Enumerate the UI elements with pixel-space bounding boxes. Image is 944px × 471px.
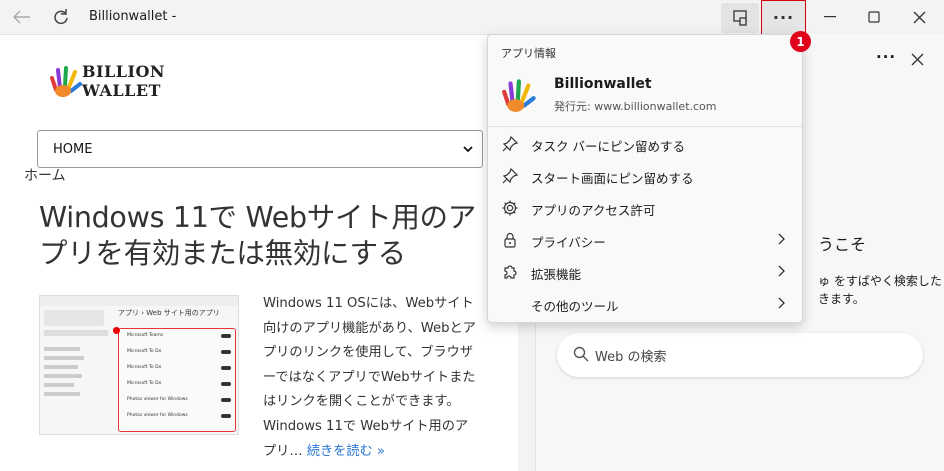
menu-item-more-tools[interactable]: その他のツール <box>488 288 802 320</box>
puzzle-icon <box>504 265 517 279</box>
more-options-button[interactable]: ··· <box>762 0 805 34</box>
menu-header: アプリ情報 <box>501 47 556 60</box>
app-icon <box>502 79 536 112</box>
maximize-icon <box>868 11 880 23</box>
close-icon <box>913 11 925 23</box>
app-info-menu: アプリ情報 Billionwallet 発行元: www.billionwall… <box>487 34 803 323</box>
menu-item-label: アプリのアクセス許可 <box>531 203 656 218</box>
app-available-button[interactable] <box>721 3 759 33</box>
close-button[interactable] <box>896 0 942 34</box>
thumb-row: Microsoft To Do <box>127 349 162 354</box>
menu-item-pin-taskbar[interactable]: タスク バーにピン留めする <box>488 128 802 160</box>
site-logo[interactable]: BILLION WALLET <box>48 60 168 100</box>
sidebar-text: ゅ をすばやく検索した きます。 <box>818 272 942 308</box>
back-icon[interactable] <box>8 0 36 34</box>
search-placeholder: Web の検索 <box>595 349 667 365</box>
select-value: HOME <box>53 141 93 157</box>
navigation-select[interactable]: HOME <box>37 130 483 168</box>
window-title: Billionwallet - <box>89 9 177 24</box>
menu-item-label: その他のツール <box>531 299 619 314</box>
thumb-row: Photos viewer for Windows <box>127 397 188 402</box>
pin-icon <box>502 135 519 152</box>
menu-divider <box>488 126 802 127</box>
search-icon <box>573 346 589 362</box>
minimize-button[interactable] <box>808 0 852 34</box>
article-thumbnail[interactable]: アプリ › Web サイト用のアプリ Microsoft Teams Micro… <box>39 295 239 435</box>
thumb-row: Microsoft To Do <box>127 381 162 386</box>
callout-badge: 1 <box>790 31 811 52</box>
ellipsis-icon: ··· <box>772 7 795 27</box>
refresh-icon[interactable] <box>48 0 74 34</box>
pin-icon <box>502 167 519 184</box>
read-more-link[interactable]: 続きを読む » <box>307 444 385 459</box>
chevron-right-icon <box>778 233 785 245</box>
thumb-row: Microsoft To Do <box>127 365 162 370</box>
web-page: BILLION WALLET HOME ホーム Windows 11で Webサ… <box>0 34 518 471</box>
sidebar-heading: うこそ <box>818 235 867 254</box>
app-available-icon <box>733 10 747 26</box>
sidebar-text-line2: きます。 <box>818 292 865 306</box>
menu-item-pin-start[interactable]: スタート画面にピン留めする <box>488 160 802 192</box>
logo-text-top: BILLION <box>82 62 166 81</box>
minimize-icon <box>824 16 836 18</box>
menu-item-label: プライバシー <box>531 235 606 250</box>
menu-item-permissions[interactable]: アプリのアクセス許可 <box>488 192 802 224</box>
menu-item-label: タスク バーにピン留めする <box>531 139 685 154</box>
chevron-right-icon <box>778 297 785 309</box>
article-title[interactable]: Windows 11で Webサイト用のアプリを有効または無効にする <box>39 200 484 272</box>
article-excerpt: Windows 11 OSには、Webサイト向けのアプリ機能があり、Webとアプ… <box>263 292 481 464</box>
gear-icon <box>502 200 518 216</box>
thumb-row: Microsoft Teams <box>127 333 164 338</box>
sidebar-close-icon[interactable] <box>911 53 924 66</box>
lock-icon <box>504 232 516 248</box>
chevron-down-icon <box>463 146 473 153</box>
logo-text-bottom: WALLET <box>82 81 161 100</box>
sidebar-text-line1: ゅ をすばやく検索した <box>818 274 942 288</box>
menu-item-label: スタート画面にピン留めする <box>531 171 694 186</box>
menu-item-extensions[interactable]: 拡張機能 <box>488 256 802 288</box>
web-search-input[interactable]: Web の検索 <box>557 333 923 377</box>
title-bar: Billionwallet - ··· <box>0 0 944 37</box>
excerpt-text: Windows 11 OSには、Webサイト向けのアプリ機能があり、Webとアプ… <box>263 296 476 459</box>
thumb-title: アプリ › Web サイト用のアプリ <box>118 309 220 317</box>
breadcrumb-home[interactable]: ホーム <box>24 165 66 185</box>
app-name: Billionwallet <box>554 76 652 92</box>
menu-item-privacy[interactable]: プライバシー <box>488 224 802 256</box>
menu-item-label: 拡張機能 <box>531 267 582 282</box>
thumb-row: Photos viewer for Windows <box>127 413 188 418</box>
app-publisher: 発行元: www.billionwallet.com <box>554 100 717 113</box>
sidebar-more-icon[interactable]: ··· <box>876 48 896 66</box>
maximize-button[interactable] <box>852 0 896 34</box>
chevron-right-icon <box>778 265 785 277</box>
